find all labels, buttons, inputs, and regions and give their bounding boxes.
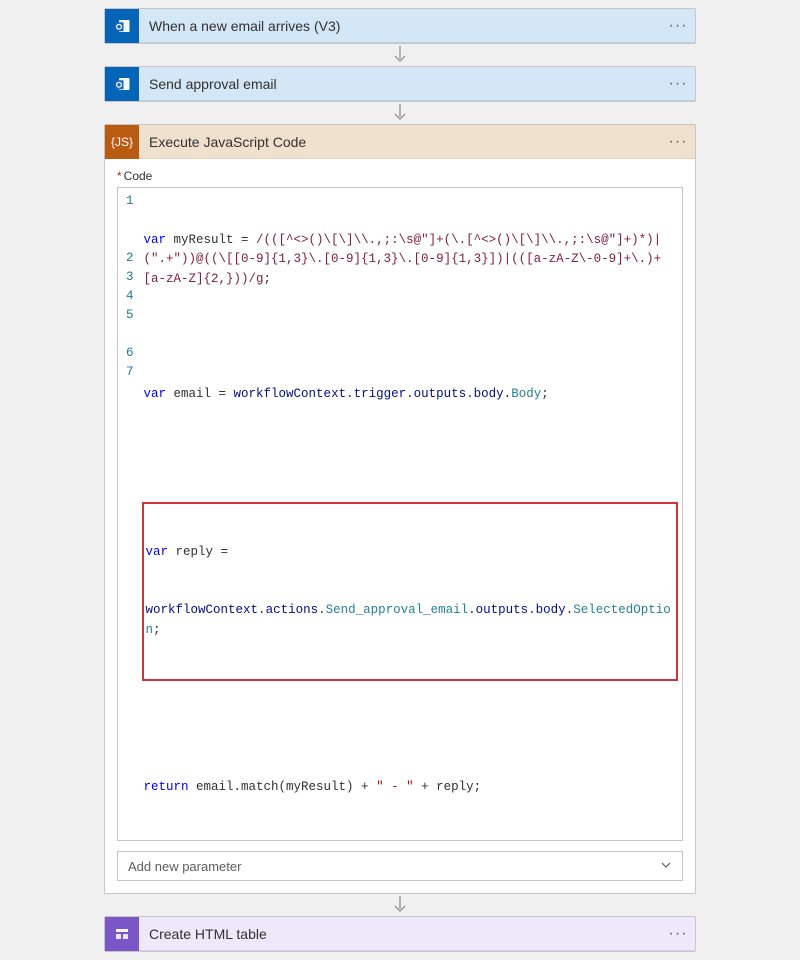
js-icon: {JS}: [105, 125, 139, 159]
highlighted-code: var reply = workflowContext.actions.Send…: [142, 502, 678, 680]
step-trigger-title: When a new email arrives (V3): [139, 18, 661, 34]
step-table-menu[interactable]: ···: [661, 925, 695, 943]
code-field-label: *Code: [117, 169, 683, 183]
step-table[interactable]: Create HTML table ···: [104, 916, 696, 952]
arrow-icon: [393, 102, 407, 124]
step-js: {JS} Execute JavaScript Code ··· *Code 1…: [104, 124, 696, 894]
step-trigger[interactable]: When a new email arrives (V3) ···: [104, 8, 696, 44]
step-js-menu[interactable]: ···: [661, 133, 695, 151]
step-table-title: Create HTML table: [139, 926, 661, 942]
add-parameter-label: Add new parameter: [128, 859, 241, 874]
outlook-icon: [105, 67, 139, 101]
arrow-icon: [393, 894, 407, 916]
outlook-icon: [105, 9, 139, 43]
add-parameter-dropdown[interactable]: Add new parameter: [117, 851, 683, 881]
step-trigger-menu[interactable]: ···: [661, 17, 695, 35]
step-approval[interactable]: Send approval email ···: [104, 66, 696, 102]
step-approval-title: Send approval email: [139, 76, 661, 92]
step-js-title: Execute JavaScript Code: [139, 134, 661, 150]
code-content[interactable]: var myResult = /(([^<>()\[\]\\.,;:\s@"]+…: [140, 188, 682, 840]
data-operations-icon: [105, 917, 139, 951]
arrow-icon: [393, 44, 407, 66]
code-gutter: 1 2 3 4 5 6 7: [118, 188, 140, 840]
step-js-header[interactable]: {JS} Execute JavaScript Code ···: [105, 125, 695, 159]
step-approval-menu[interactable]: ···: [661, 75, 695, 93]
code-editor[interactable]: 1 2 3 4 5 6 7 var myResult = /(([^<>()\[…: [117, 187, 683, 841]
chevron-down-icon: [660, 859, 672, 874]
